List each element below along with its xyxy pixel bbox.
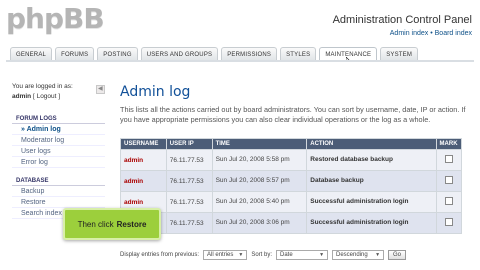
logout-link[interactable]: [ Logout ] bbox=[33, 93, 60, 100]
tab-styles[interactable]: STYLES bbox=[280, 47, 317, 61]
mark-checkbox[interactable] bbox=[444, 218, 453, 226]
admin-log-table: USERNAME USER IP TIME ACTION MARK admin … bbox=[120, 138, 462, 234]
cell-action: Successful administration login bbox=[307, 192, 436, 212]
cell-user-ip: 76.11.77.53 bbox=[166, 213, 212, 233]
menu-heading-database: DATABASE bbox=[12, 176, 105, 186]
cell-username[interactable]: admin bbox=[121, 150, 166, 170]
tutorial-callout: Then click Restore bbox=[63, 208, 161, 240]
admin-index-link[interactable]: Admin index bbox=[390, 30, 429, 37]
table-row: admin 76.11.77.53 Sun Jul 20, 2008 5:40 … bbox=[121, 192, 461, 212]
header-links: Admin index • Board index bbox=[390, 30, 472, 37]
menu-item-error-log[interactable]: Error log bbox=[12, 157, 105, 168]
cell-mark bbox=[436, 171, 461, 191]
table-row: admin 76.11.77.53 Sun Jul 20, 2008 3:06 … bbox=[121, 213, 461, 233]
phpbb-logo[interactable]: phpBB bbox=[6, 2, 105, 35]
tab-system[interactable]: SYSTEM bbox=[380, 47, 419, 61]
main-tabs: GENERAL FORUMS POSTING USERS AND GROUPS … bbox=[10, 47, 419, 62]
sort-by-label: Sort by: bbox=[251, 252, 273, 258]
cell-user-ip: 76.11.77.53 bbox=[166, 192, 212, 212]
display-entries-select[interactable]: All entries ▼ bbox=[203, 250, 248, 260]
log-filter-bar: Display entries from previous: All entri… bbox=[120, 248, 462, 262]
cell-mark bbox=[436, 213, 461, 233]
tab-forums[interactable]: FORUMS bbox=[55, 47, 95, 61]
table-row: admin 76.11.77.53 Sun Jul 20, 2008 5:58 … bbox=[121, 150, 461, 170]
tab-permissions[interactable]: PERMISSIONS bbox=[221, 47, 278, 61]
cell-user-ip: 76.11.77.53 bbox=[166, 171, 212, 191]
tab-posting[interactable]: POSTING bbox=[97, 47, 138, 61]
tab-general[interactable]: GENERAL bbox=[10, 47, 53, 61]
collapse-sidebar-button[interactable] bbox=[96, 85, 105, 94]
table-header-row: USERNAME USER IP TIME ACTION MARK bbox=[121, 139, 461, 149]
column-header-mark: MARK bbox=[436, 139, 461, 149]
column-header-action[interactable]: ACTION bbox=[307, 139, 436, 149]
table-row: admin 76.11.77.53 Sun Jul 20, 2008 5:57 … bbox=[121, 171, 461, 191]
cell-action: Restored database backup bbox=[307, 150, 436, 170]
cell-time: Sun Jul 20, 2008 5:57 pm bbox=[212, 171, 307, 191]
display-entries-value: All entries bbox=[207, 252, 234, 258]
panel-title: Administration Control Panel bbox=[332, 14, 472, 26]
chevron-down-icon: ▼ bbox=[375, 252, 381, 258]
logged-in-username: admin bbox=[12, 93, 32, 100]
column-header-user-ip[interactable]: USER IP bbox=[166, 139, 212, 149]
chevron-down-icon: ▼ bbox=[238, 252, 244, 258]
cell-time: Sun Jul 20, 2008 3:06 pm bbox=[212, 213, 307, 233]
sort-key-value: Date bbox=[280, 252, 293, 258]
board-index-link[interactable]: Board index bbox=[435, 30, 472, 37]
cell-action: Successful administration login bbox=[307, 213, 436, 233]
sort-order-value: Descending bbox=[336, 252, 368, 258]
cell-user-ip: 76.11.77.53 bbox=[166, 150, 212, 170]
page-title: Admin log bbox=[120, 84, 191, 100]
cell-mark bbox=[436, 150, 461, 170]
header: phpBB Administration Control Panel Admin… bbox=[0, 0, 480, 46]
mark-checkbox[interactable] bbox=[444, 197, 453, 205]
menu-section-forum-logs: FORUM LOGS Admin log Moderator log User … bbox=[12, 114, 105, 168]
logged-in-label: You are logged in as: bbox=[12, 83, 73, 90]
callout-target: Restore bbox=[116, 219, 147, 229]
login-status: You are logged in as: admin [ Logout ] bbox=[12, 82, 105, 102]
logo-text: phpBB bbox=[6, 2, 105, 35]
main-content: Admin log This lists all the actions car… bbox=[120, 84, 468, 125]
cell-time: Sun Jul 20, 2008 5:40 pm bbox=[212, 192, 307, 212]
cell-mark bbox=[436, 192, 461, 212]
page-description: This lists all the actions carried out b… bbox=[120, 105, 466, 124]
menu-item-backup[interactable]: Backup bbox=[12, 186, 105, 197]
chevron-down-icon: ▼ bbox=[319, 252, 325, 258]
sort-key-select[interactable]: Date ▼ bbox=[276, 250, 329, 260]
cell-time: Sun Jul 20, 2008 5:58 pm bbox=[212, 150, 307, 170]
menu-item-user-logs[interactable]: User logs bbox=[12, 146, 105, 157]
tab-users-and-groups[interactable]: USERS AND GROUPS bbox=[140, 47, 219, 61]
menu-heading-forum-logs: FORUM LOGS bbox=[12, 114, 105, 124]
display-entries-label: Display entries from previous: bbox=[120, 252, 200, 258]
cell-username[interactable]: admin bbox=[121, 171, 166, 191]
mark-checkbox[interactable] bbox=[444, 155, 453, 163]
callout-prefix: Then click bbox=[77, 219, 114, 229]
sort-order-select[interactable]: Descending ▼ bbox=[332, 250, 385, 260]
menu-item-restore[interactable]: Restore bbox=[12, 197, 105, 208]
column-header-username[interactable]: USERNAME bbox=[121, 139, 166, 149]
menu-item-moderator-log[interactable]: Moderator log bbox=[12, 135, 105, 146]
column-header-time[interactable]: TIME bbox=[212, 139, 307, 149]
sidebar: You are logged in as: admin [ Logout ] F… bbox=[12, 82, 105, 219]
cell-action: Database backup bbox=[307, 171, 436, 191]
mark-checkbox[interactable] bbox=[444, 176, 453, 184]
go-button[interactable]: Go bbox=[388, 250, 407, 260]
menu-item-admin-log[interactable]: Admin log bbox=[12, 124, 105, 135]
